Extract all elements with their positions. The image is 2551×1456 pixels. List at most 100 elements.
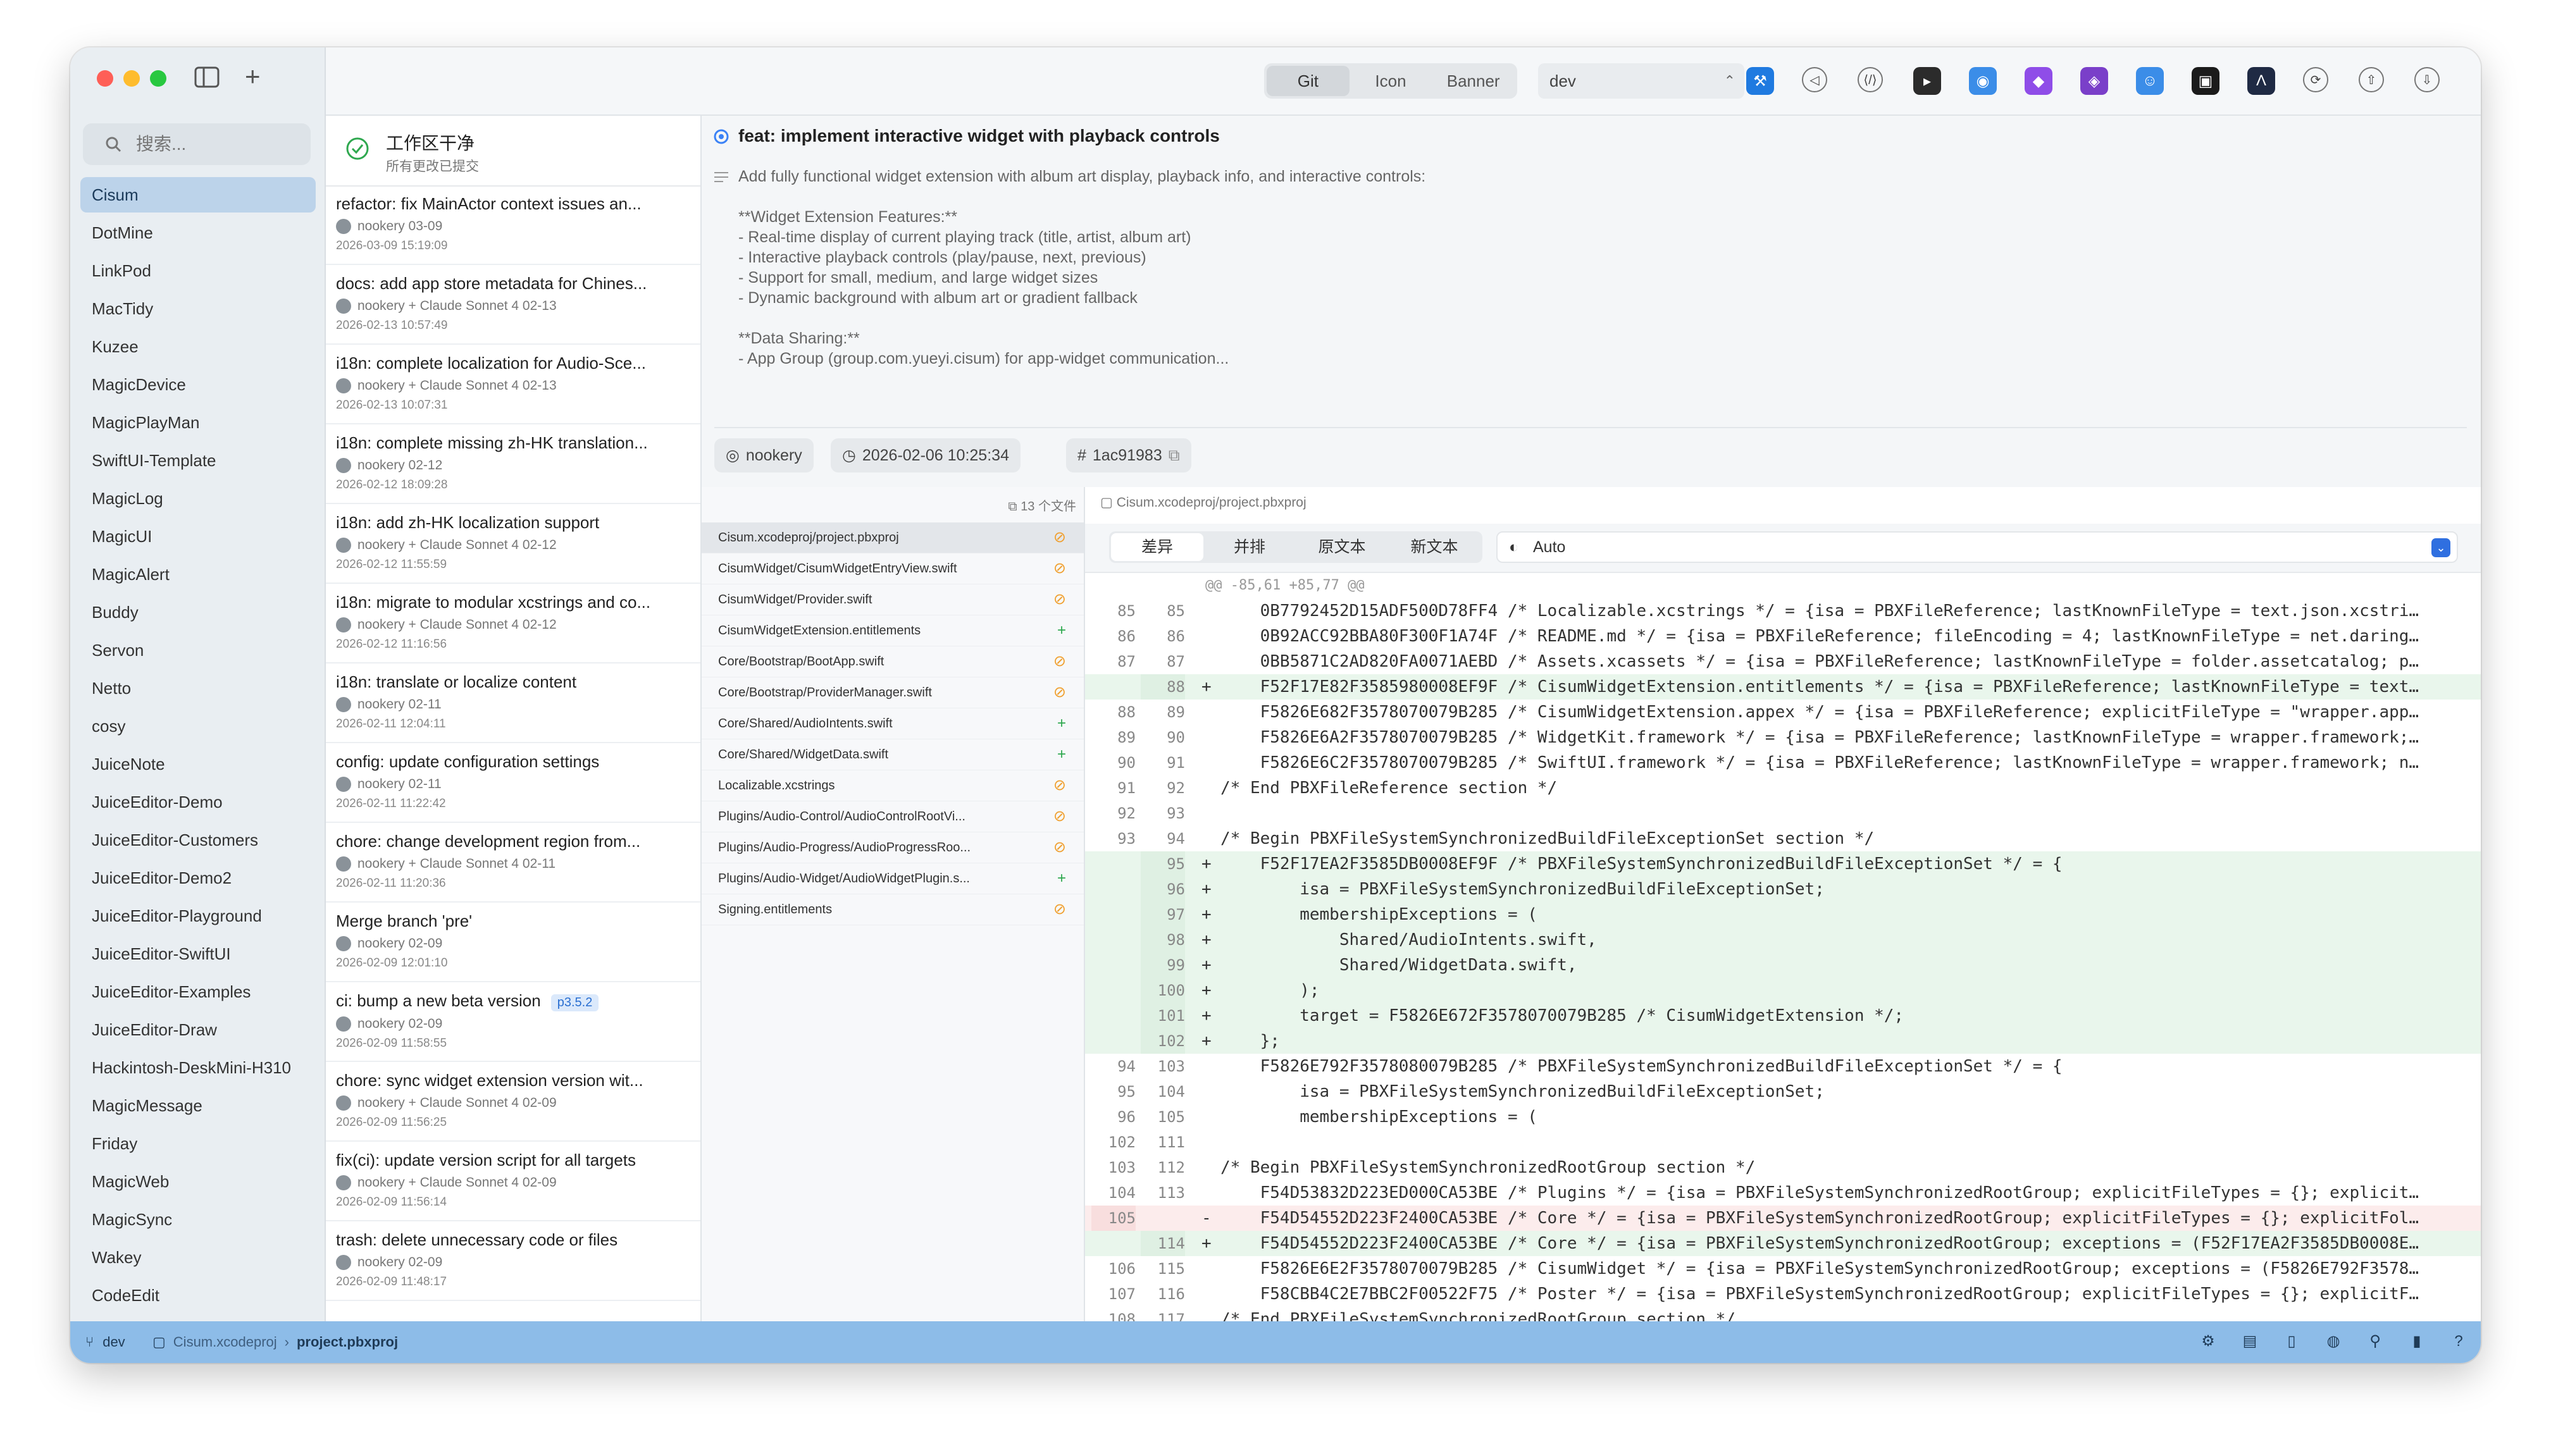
sidebar-item-magicsync[interactable]: MagicSync: [80, 1202, 316, 1237]
sidebar-item-juiceeditor-demo2[interactable]: JuiceEditor-Demo2: [80, 860, 316, 896]
terminal-icon[interactable]: ▸: [1913, 67, 1941, 95]
file-list-item[interactable]: CisumWidget/Provider.swift ⊘: [702, 584, 1084, 615]
sidebar-item-netto[interactable]: Netto: [80, 670, 316, 706]
tab-icon[interactable]: Icon: [1350, 66, 1432, 96]
author-pill[interactable]: ◎ nookery: [714, 438, 814, 472]
app-violet-icon[interactable]: ◈: [2080, 67, 2108, 95]
book-icon[interactable]: ▤: [2240, 1332, 2259, 1351]
sidebar-item-kuzee[interactable]: Kuzee: [80, 329, 316, 364]
sidebar-item-juiceeditor-swiftui[interactable]: JuiceEditor-SwiftUI: [80, 936, 316, 972]
help-icon[interactable]: ?: [2449, 1332, 2468, 1351]
commit-list-item[interactable]: fix(ci): update version script for all t…: [326, 1142, 700, 1221]
sidebar-item-magicweb[interactable]: MagicWeb: [80, 1164, 316, 1199]
file-list-item[interactable]: Localizable.xcstrings ⊘: [702, 770, 1084, 801]
working-tree-status[interactable]: 工作区干净 所有更改已提交: [326, 116, 700, 187]
sidebar-item-swiftui-template[interactable]: SwiftUI-Template: [80, 443, 316, 478]
commit-list-item[interactable]: trash: delete unnecessary code or files n…: [326, 1221, 700, 1301]
commit-list-item[interactable]: ci: bump a new beta version p3.5.2 nookery…: [326, 982, 700, 1062]
file-list-item[interactable]: Core/Bootstrap/ProviderManager.swift ⊘: [702, 677, 1084, 708]
commit-list-item[interactable]: i18n: translate or localize content nooke…: [326, 663, 700, 743]
finder-icon[interactable]: ☺: [2136, 67, 2164, 95]
sidebar-item-linkpod[interactable]: LinkPod: [80, 253, 316, 288]
sync-icon[interactable]: ⟳: [2303, 67, 2328, 92]
zoom-window-button[interactable]: [150, 70, 166, 87]
sidebar-item-cosy[interactable]: cosy: [80, 708, 316, 744]
file-list-item[interactable]: Plugins/Audio-Control/AudioControlRootVi…: [702, 801, 1084, 832]
commit-list-item[interactable]: config: update configuration settings noo…: [326, 743, 700, 823]
sidebar-item-juiceeditor-playground[interactable]: JuiceEditor-Playground: [80, 898, 316, 934]
search-box[interactable]: [83, 123, 311, 165]
sidebar-item-magicplayman[interactable]: MagicPlayMan: [80, 405, 316, 440]
commit-list-item[interactable]: docs: add app store metadata for Chines.…: [326, 265, 700, 345]
commit-list-item[interactable]: i18n: migrate to modular xcstrings and c…: [326, 584, 700, 663]
file-list-item[interactable]: Core/Shared/AudioIntents.swift +: [702, 708, 1084, 739]
sidebar-item-magiclog[interactable]: MagicLog: [80, 481, 316, 516]
tab-git[interactable]: Git: [1267, 66, 1350, 96]
copy-icon[interactable]: ⧉: [1169, 438, 1180, 472]
commit-list-item[interactable]: Merge branch 'pre' nookery 02-09 2026-02-0…: [326, 903, 700, 982]
sidebar-item-juiceeditor-draw[interactable]: JuiceEditor-Draw: [80, 1012, 316, 1047]
add-repo-icon[interactable]: +: [245, 63, 261, 90]
cursor-icon[interactable]: ▣: [2192, 67, 2219, 95]
person-icon[interactable]: ⚲: [2366, 1332, 2385, 1351]
file-list-item[interactable]: CisumWidget/CisumWidgetEntryView.swift ⊘: [702, 553, 1084, 584]
file-list-item[interactable]: Core/Bootstrap/BootApp.swift ⊘: [702, 646, 1084, 677]
sidebar-item-juiceeditor-customers[interactable]: JuiceEditor-Customers: [80, 822, 316, 858]
sidebar-item-friday[interactable]: Friday: [80, 1126, 316, 1161]
sidebar-item-servon[interactable]: Servon: [80, 632, 316, 668]
hash-pill[interactable]: # 1ac91983 ⧉: [1066, 438, 1191, 472]
code-icon[interactable]: ⟨/⟩: [1858, 67, 1883, 92]
date-pill[interactable]: ◷ 2026-02-06 10:25:34: [831, 438, 1021, 472]
commit-list-item[interactable]: i18n: add zh-HK localization support nook…: [326, 504, 700, 584]
sidebar-item-juiceeditor-examples[interactable]: JuiceEditor-Examples: [80, 974, 316, 1009]
diff-mode-tab[interactable]: 原文本: [1296, 533, 1388, 561]
file-list-item[interactable]: CisumWidgetExtension.entitlements +: [702, 615, 1084, 646]
upload-icon[interactable]: ⇧: [2359, 67, 2384, 92]
file-icon[interactable]: ▮: [2407, 1332, 2426, 1351]
sidebar-item-dotmine[interactable]: DotMine: [80, 215, 316, 250]
sidebar-item-wakey[interactable]: Wakey: [80, 1240, 316, 1275]
sidebar-item-juiceeditor-demo[interactable]: JuiceEditor-Demo: [80, 784, 316, 820]
close-window-button[interactable]: [97, 70, 113, 87]
app-purple-icon[interactable]: ◆: [2025, 67, 2052, 95]
commit-list-item[interactable]: chore: change development region from...…: [326, 823, 700, 903]
sidebar-item-magicui[interactable]: MagicUI: [80, 519, 316, 554]
minimize-window-button[interactable]: [123, 70, 140, 87]
search-input[interactable]: [135, 133, 302, 155]
breadcrumb-file[interactable]: project.pbxproj: [297, 1321, 398, 1363]
sidebar-item-magicdevice[interactable]: MagicDevice: [80, 367, 316, 402]
commit-list-item[interactable]: chore: sync widget extension version wit…: [326, 1062, 700, 1142]
download-icon[interactable]: ⇩: [2414, 67, 2440, 92]
file-list-item[interactable]: Cisum.xcodeproj/project.pbxproj ⊘: [702, 522, 1084, 553]
tab-banner[interactable]: Banner: [1432, 66, 1515, 96]
sidebar-item-juicenote[interactable]: JuiceNote: [80, 746, 316, 782]
sidebar-item-buddy[interactable]: Buddy: [80, 595, 316, 630]
document-icon[interactable]: ▯: [2282, 1332, 2301, 1351]
commit-list-item[interactable]: refactor: fix MainActor context issues a…: [326, 185, 700, 265]
file-list-item[interactable]: Signing.entitlements ⊘: [702, 894, 1084, 925]
safari-icon[interactable]: ◉: [1969, 67, 1997, 95]
diff-mode-tab[interactable]: 并排: [1203, 533, 1296, 561]
globe-icon[interactable]: ◍: [2324, 1332, 2343, 1351]
file-list-item[interactable]: Plugins/Audio-Progress/AudioProgressRoo.…: [702, 832, 1084, 863]
diff-mode-tab[interactable]: 新文本: [1388, 533, 1480, 561]
gear-icon[interactable]: ⚙: [2199, 1332, 2218, 1351]
sidebar-item-hackintosh-deskmini-h310[interactable]: Hackintosh-DeskMini-H310: [80, 1050, 316, 1085]
file-list-item[interactable]: Plugins/Audio-Widget/AudioWidgetPlugin.s…: [702, 863, 1084, 894]
app-dark-icon[interactable]: Λ: [2247, 67, 2275, 95]
status-branch[interactable]: ⑂ dev: [85, 1321, 125, 1363]
commit-list-item[interactable]: i18n: complete localization for Audio-Sc…: [326, 345, 700, 424]
file-list-item[interactable]: Core/Shared/WidgetData.swift +: [702, 739, 1084, 770]
sidebar-item-cisum[interactable]: Cisum: [80, 177, 316, 213]
diff-mode-tab[interactable]: 差异: [1111, 533, 1203, 561]
vscode-icon[interactable]: ◁: [1802, 67, 1827, 92]
sidebar-item-magicalert[interactable]: MagicAlert: [80, 557, 316, 592]
sidebar-item-mactidy[interactable]: MacTidy: [80, 291, 316, 326]
breadcrumb-project[interactable]: Cisum.xcodeproj: [173, 1321, 277, 1363]
sidebar-toggle-icon[interactable]: [194, 66, 220, 88]
language-select[interactable]: ◐ Auto ⌄: [1496, 531, 2458, 563]
sidebar-item-magicmessage[interactable]: MagicMessage: [80, 1088, 316, 1123]
xcode-icon[interactable]: ⚒: [1746, 67, 1774, 95]
sidebar-item-codeedit[interactable]: CodeEdit: [80, 1278, 316, 1313]
commit-list-item[interactable]: i18n: complete missing zh-HK translation…: [326, 424, 700, 504]
